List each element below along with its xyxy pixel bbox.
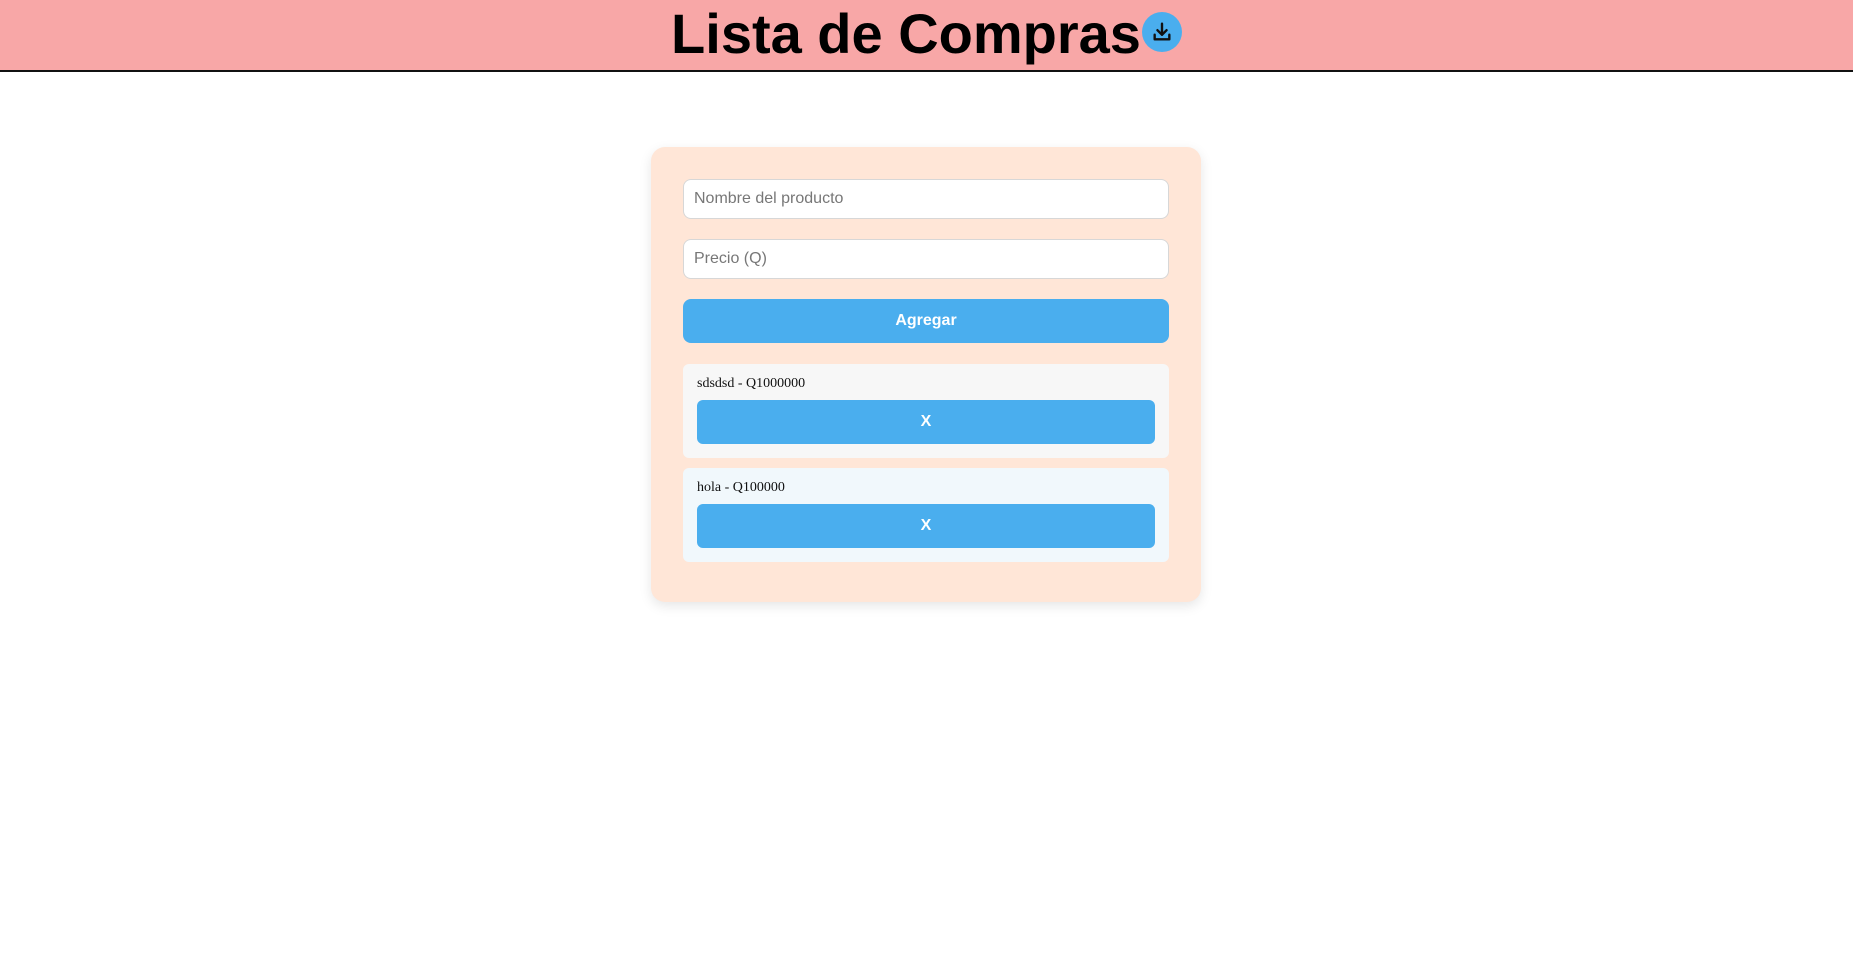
download-icon — [1153, 22, 1171, 41]
product-name-input[interactable] — [683, 179, 1169, 219]
item-list: sdsdsd - Q1000000 X hola - Q100000 X — [683, 364, 1169, 562]
item-label: hola - Q100000 — [697, 480, 785, 495]
list-item: hola - Q100000 X — [683, 468, 1169, 562]
price-input[interactable] — [683, 239, 1169, 279]
remove-item-button[interactable]: X — [697, 504, 1155, 548]
remove-item-button[interactable]: X — [697, 400, 1155, 444]
list-item: sdsdsd - Q1000000 X — [683, 364, 1169, 458]
shopping-card: Agregar sdsdsd - Q1000000 X hola - Q1000… — [651, 147, 1201, 602]
item-label: sdsdsd - Q1000000 — [697, 376, 806, 391]
page-title: Lista de Compras — [671, 2, 1141, 65]
add-button[interactable]: Agregar — [683, 299, 1169, 343]
download-button[interactable] — [1141, 12, 1182, 52]
app-header: Lista de Compras — [0, 0, 1853, 72]
